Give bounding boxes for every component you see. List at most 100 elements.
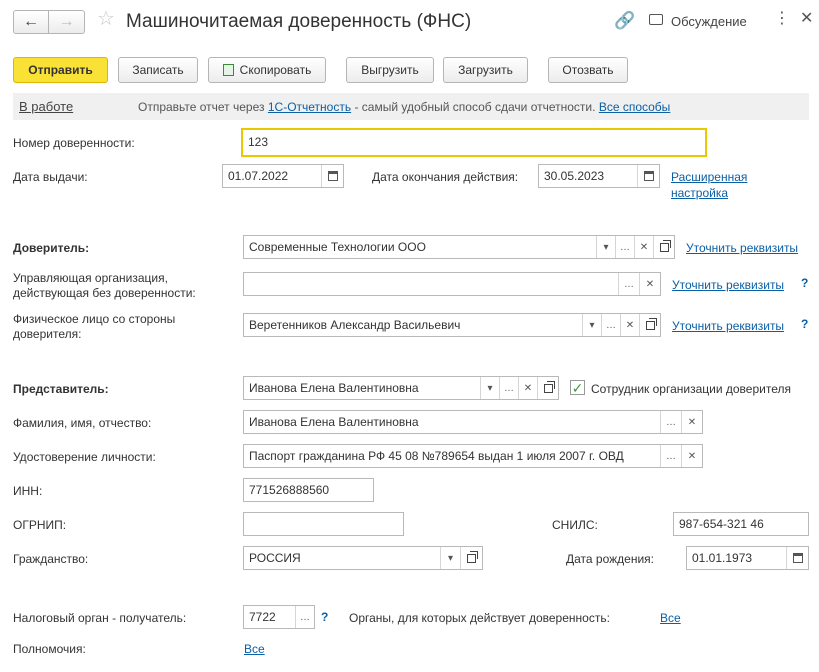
fio-input[interactable]: Иванова Елена Валентиновна … ✕ [243,410,703,434]
clear-icon[interactable]: ✕ [681,445,702,467]
select-dots-icon[interactable]: … [601,314,620,336]
citizenship-input[interactable]: РОССИЯ ▾ [243,546,483,570]
select-dots-icon[interactable]: … [660,411,681,433]
clear-icon[interactable]: ✕ [639,273,660,295]
snils-label: СНИЛС: [552,518,598,532]
end-date-value: 30.05.2023 [544,169,605,183]
advanced-link-line2: настройка [671,186,729,200]
discussion-label[interactable]: Обсуждение [671,14,747,29]
chevron-down-icon[interactable]: ▾ [440,547,460,569]
back-button[interactable]: ← [13,10,49,34]
revoke-button[interactable]: Отозвать [548,57,628,83]
copy-button[interactable]: Скопировать [208,57,326,83]
snils-value: 987-654-321 46 [679,517,764,531]
help-question-icon[interactable]: ? [801,276,808,290]
individual-label-line2: доверителя: [13,327,82,341]
link-icon[interactable]: 🔗 [614,12,635,29]
snils-input[interactable]: 987-654-321 46 [673,512,809,536]
more-menu-icon[interactable]: ⋮ [774,11,790,27]
save-button[interactable]: Записать [118,57,198,83]
inn-label: ИНН: [13,484,43,498]
send-button[interactable]: Отправить [13,57,108,83]
status-link[interactable]: В работе [19,99,73,114]
calendar-icon[interactable] [637,165,659,187]
issue-date-value: 01.07.2022 [228,169,289,183]
id-doc-value: Паспорт гражданина РФ 45 08 №789654 выда… [249,449,624,463]
chevron-down-icon[interactable]: ▾ [596,236,615,258]
individual-label-line1: Физическое лицо со стороны [13,312,176,326]
inn-input[interactable]: 771526888560 [243,478,374,502]
representative-label: Представитель: [13,382,109,396]
citizenship-value: РОССИЯ [249,551,301,565]
id-doc-input[interactable]: Паспорт гражданина РФ 45 08 №789654 выда… [243,444,703,468]
number-input[interactable]: 123 [241,128,707,157]
individual-clarify-link[interactable]: Уточнить реквизиты [672,319,784,333]
title-bar: ← → ☆ Машиночитаемая доверенность (ФНС) … [0,0,819,46]
powers-link[interactable]: Все [244,642,265,656]
select-dots-icon[interactable]: … [295,606,314,628]
managing-org-input[interactable]: … ✕ [243,272,661,296]
managing-org-label-line2: действующая без доверенности: [13,286,196,300]
close-icon[interactable]: ✕ [800,11,813,27]
help-question-icon[interactable]: ? [801,317,808,331]
info-text-before: Отправьте отчет через [138,100,265,114]
clear-icon[interactable]: ✕ [681,411,702,433]
birth-date-input[interactable]: 01.01.1973 [686,546,809,570]
tax-authority-input[interactable]: 7722 … [243,605,315,629]
employee-checkbox[interactable]: ✓ [570,380,585,395]
birth-date-label: Дата рождения: [566,552,654,566]
checkmark-icon: ✓ [571,379,584,396]
ogrnip-value [244,513,403,535]
calendar-icon[interactable] [321,165,343,187]
clear-icon[interactable]: ✕ [518,377,537,399]
open-icon[interactable] [537,377,558,399]
principal-label: Доверитель: [13,241,90,255]
info-message: Отправьте отчет через 1С-Отчетность - са… [138,100,670,114]
service-link[interactable]: 1С-Отчетность [268,100,351,114]
end-date-input[interactable]: 30.05.2023 [538,164,660,188]
representative-value: Иванова Елена Валентиновна [249,381,419,395]
powers-label: Полномочия: [13,642,86,656]
select-dots-icon[interactable]: … [615,236,634,258]
select-dots-icon[interactable]: … [660,445,681,467]
copy-button-label: Скопировать [239,63,312,77]
copy-icon [222,64,234,76]
representative-input[interactable]: Иванова Елена Валентиновна ▾ … ✕ [243,376,559,400]
individual-label: Физическое лицо со стороны доверителя: [13,312,175,342]
open-icon[interactable] [639,314,660,336]
chevron-down-icon[interactable]: ▾ [480,377,499,399]
employee-checkbox-label[interactable]: Сотрудник организации доверителя [591,382,791,397]
citizenship-label: Гражданство: [13,552,89,566]
authorities-label: Органы, для которых действует довереннос… [349,611,610,625]
select-dots-icon[interactable]: … [499,377,518,399]
star-icon[interactable]: ☆ [97,9,115,29]
clear-icon[interactable]: ✕ [634,236,653,258]
advanced-settings-link[interactable]: Расширенная настройка [671,169,747,201]
export-button[interactable]: Выгрузить [346,57,434,83]
birth-date-value: 01.01.1973 [692,551,753,565]
tax-authority-label: Налоговый орган - получатель: [13,611,187,625]
ogrnip-input[interactable] [243,512,404,536]
import-button[interactable]: Загрузить [443,57,528,83]
inn-value: 771526888560 [249,483,330,497]
principal-clarify-link[interactable]: Уточнить реквизиты [686,241,798,255]
tax-authority-value: 7722 [249,610,276,624]
number-value: 123 [248,135,269,149]
forward-button[interactable]: → [49,10,85,34]
open-icon[interactable] [653,236,674,258]
clear-icon[interactable]: ✕ [620,314,639,336]
select-dots-icon[interactable]: … [618,273,639,295]
principal-input[interactable]: Современные Технологии ООО ▾ … ✕ [243,235,675,259]
issue-date-input[interactable]: 01.07.2022 [222,164,344,188]
all-methods-link[interactable]: Все способы [599,100,671,114]
managing-org-label-line1: Управляющая организация, [13,271,168,285]
help-question-icon[interactable]: ? [321,610,328,624]
chevron-down-icon[interactable]: ▾ [582,314,601,336]
discussion-icon[interactable] [649,14,663,25]
individual-input[interactable]: Веретенников Александр Васильевич ▾ … ✕ [243,313,661,337]
managing-org-clarify-link[interactable]: Уточнить реквизиты [672,278,784,292]
calendar-icon[interactable] [786,547,808,569]
authorities-link[interactable]: Все [660,611,681,625]
open-icon[interactable] [460,547,482,569]
managing-org-label: Управляющая организация, действующая без… [13,271,196,301]
